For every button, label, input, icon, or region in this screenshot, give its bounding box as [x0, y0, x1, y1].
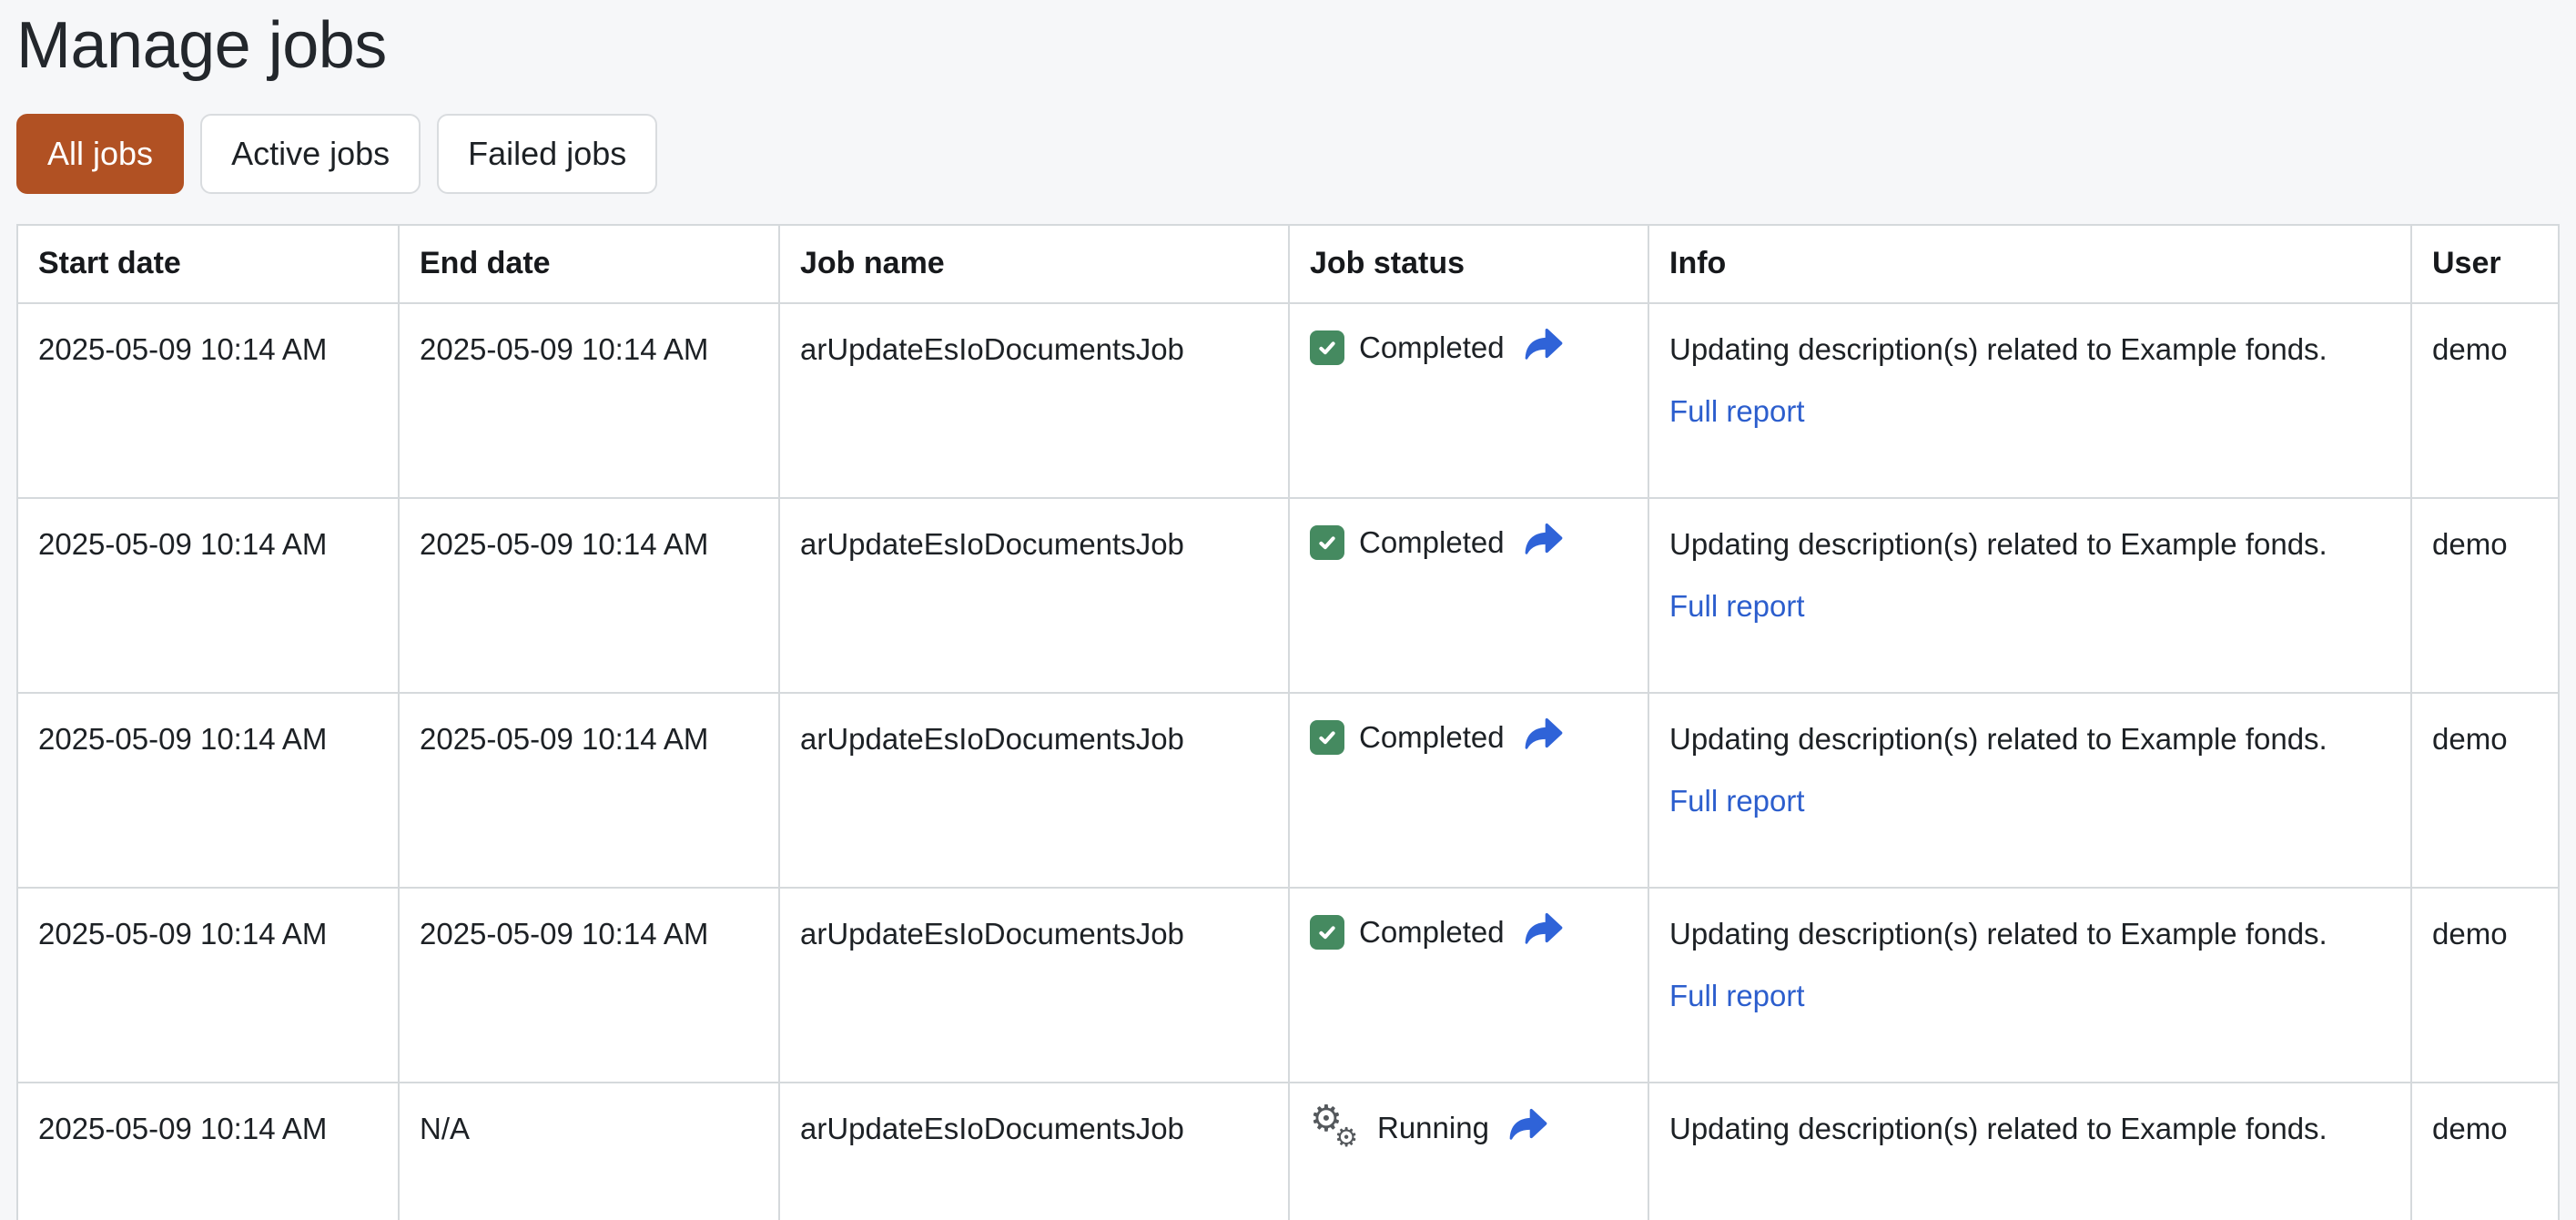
filter-all-jobs-button[interactable]: All jobs: [16, 113, 185, 194]
job-status: ⚙ ⚙ Running: [1310, 1097, 1628, 1153]
cell-start-date: 2025-05-09 10:14 AM: [16, 301, 400, 499]
full-report-link[interactable]: Full report: [1669, 583, 1805, 631]
job-status: Completed: [1310, 523, 1628, 563]
cell-job-name: arUpdateEsIoDocumentsJob: [778, 301, 1290, 499]
job-status: Completed: [1310, 912, 1628, 952]
cell-job-name: arUpdateEsIoDocumentsJob: [778, 886, 1290, 1083]
job-status-label: Completed: [1359, 524, 1505, 559]
completed-check-icon: [1310, 524, 1344, 560]
job-info-text: Updating description(s) related to Examp…: [1669, 721, 2328, 756]
column-header-job-name: Job name: [778, 223, 1290, 304]
full-report-link[interactable]: Full report: [1669, 972, 1805, 1021]
completed-check-icon: [1310, 330, 1344, 365]
job-status-label: Completed: [1359, 914, 1505, 949]
job-details-arrow-icon[interactable]: [1525, 523, 1563, 563]
column-header-user: User: [2410, 223, 2560, 304]
cell-info: Updating description(s) related to Examp…: [1648, 1081, 2412, 1220]
job-info-text: Updating description(s) related to Examp…: [1669, 916, 2328, 951]
cell-job-status: Completed: [1288, 691, 1649, 889]
cell-user: demo: [2410, 691, 2560, 889]
cell-job-status: ⚙ ⚙ Running: [1288, 1081, 1649, 1220]
cell-info: Updating description(s) related to Examp…: [1648, 886, 2412, 1083]
cell-job-status: Completed: [1288, 886, 1649, 1083]
cell-user: demo: [2410, 496, 2560, 694]
jobs-table: Start date End date Job name Job status Info…: [16, 223, 2560, 1220]
cell-job-status: Completed: [1288, 301, 1649, 499]
cell-start-date: 2025-05-09 10:14 AM: [16, 886, 400, 1083]
page-title: Manage jobs: [16, 9, 387, 82]
cell-info: Updating description(s) related to Examp…: [1648, 301, 2412, 499]
cell-job-name: arUpdateEsIoDocumentsJob: [778, 496, 1290, 694]
job-row: 2025-05-09 10:14 AM 2025-05-09 10:14 AM ar…: [16, 301, 2560, 499]
cell-end-date: 2025-05-09 10:14 AM: [398, 886, 780, 1083]
cell-info: Updating description(s) related to Examp…: [1648, 691, 2412, 889]
job-details-arrow-icon[interactable]: [1509, 1108, 1547, 1148]
running-gears-icon: ⚙ ⚙: [1310, 1097, 1358, 1153]
job-filter-buttons: All jobs Active jobs Failed jobs: [16, 113, 2560, 194]
job-status-label: Completed: [1359, 330, 1505, 364]
job-info-text: Updating description(s) related to Examp…: [1669, 331, 2328, 366]
cell-start-date: 2025-05-09 10:14 AM: [16, 1081, 400, 1220]
filter-failed-jobs-button[interactable]: Failed jobs: [437, 113, 658, 194]
cell-end-date: 2025-05-09 10:14 AM: [398, 496, 780, 694]
cell-job-status: Completed: [1288, 496, 1649, 694]
cell-end-date: 2025-05-09 10:14 AM: [398, 691, 780, 889]
full-report-link[interactable]: Full report: [1669, 778, 1805, 826]
jobs-table-body: 2025-05-09 10:14 AM 2025-05-09 10:14 AM ar…: [16, 301, 2560, 1220]
cell-job-name: arUpdateEsIoDocumentsJob: [778, 691, 1290, 889]
full-report-link[interactable]: Full report: [1669, 388, 1805, 436]
job-row: 2025-05-09 10:14 AM 2025-05-09 10:14 AM ar…: [16, 886, 2560, 1083]
column-header-start-date: Start date: [16, 223, 400, 304]
job-details-arrow-icon[interactable]: [1525, 912, 1563, 952]
job-status-label: Completed: [1359, 719, 1505, 754]
column-header-job-status: Job status: [1288, 223, 1649, 304]
job-details-arrow-icon[interactable]: [1525, 328, 1563, 368]
job-status: Completed: [1310, 328, 1628, 368]
column-header-end-date: End date: [398, 223, 780, 304]
job-row: 2025-05-09 10:14 AM 2025-05-09 10:14 AM ar…: [16, 691, 2560, 889]
job-row: 2025-05-09 10:14 AM N/A arUpdateEsIoDocume…: [16, 1081, 2560, 1220]
job-status-label: Running: [1377, 1110, 1489, 1144]
cell-user: demo: [2410, 886, 2560, 1083]
column-header-info: Info: [1648, 223, 2412, 304]
completed-check-icon: [1310, 914, 1344, 950]
cell-start-date: 2025-05-09 10:14 AM: [16, 496, 400, 694]
cell-job-name: arUpdateEsIoDocumentsJob: [778, 1081, 1290, 1220]
cell-user: demo: [2410, 301, 2560, 499]
table-header-row: Start date End date Job name Job status Info…: [16, 223, 2560, 304]
filter-active-jobs-button[interactable]: Active jobs: [200, 113, 421, 194]
cell-start-date: 2025-05-09 10:14 AM: [16, 691, 400, 889]
job-row: 2025-05-09 10:14 AM 2025-05-09 10:14 AM ar…: [16, 496, 2560, 694]
cell-end-date: N/A: [398, 1081, 780, 1220]
manage-jobs-page: Manage jobs All jobs Active jobs Failed …: [0, 7, 2576, 1220]
job-status: Completed: [1310, 717, 1628, 757]
job-info-text: Updating description(s) related to Examp…: [1669, 1111, 2328, 1145]
cell-info: Updating description(s) related to Examp…: [1648, 496, 2412, 694]
cell-end-date: 2025-05-09 10:14 AM: [398, 301, 780, 499]
completed-check-icon: [1310, 719, 1344, 755]
cell-user: demo: [2410, 1081, 2560, 1220]
job-info-text: Updating description(s) related to Examp…: [1669, 526, 2328, 561]
job-details-arrow-icon[interactable]: [1525, 717, 1563, 757]
